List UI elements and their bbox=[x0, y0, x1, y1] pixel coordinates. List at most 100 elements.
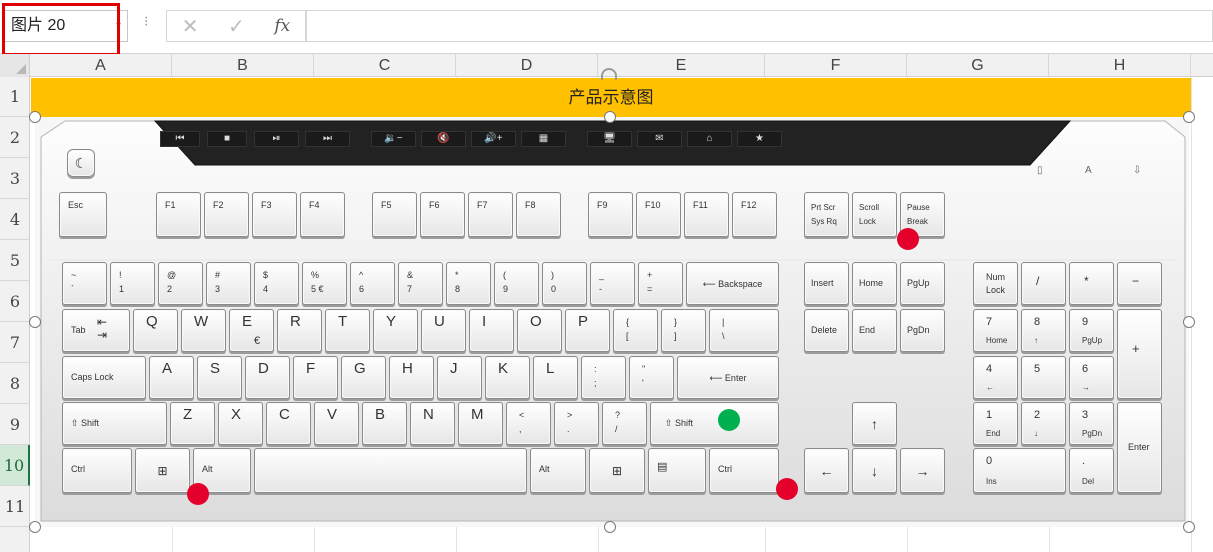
key-c: C bbox=[266, 402, 311, 445]
column-header[interactable]: D bbox=[456, 54, 598, 77]
row-header[interactable]: 3 bbox=[0, 158, 30, 199]
mail-icon: ✉ bbox=[637, 131, 682, 147]
row-header[interactable]: 2 bbox=[0, 117, 30, 158]
column-header[interactable]: F bbox=[765, 54, 907, 77]
key-right-alt: Alt bbox=[530, 448, 586, 493]
key-arrow-down: ↓ bbox=[852, 448, 897, 493]
volume-up-icon: 🔊+ bbox=[471, 131, 516, 147]
key-label: 6 bbox=[359, 284, 365, 294]
column-header[interactable]: E bbox=[598, 54, 765, 77]
column-header[interactable]: A bbox=[30, 54, 172, 77]
key-label: F8 bbox=[525, 200, 536, 210]
enter-icon[interactable]: ✓ bbox=[228, 14, 245, 39]
row-header-selected[interactable]: 10 bbox=[0, 445, 30, 486]
resize-handle[interactable] bbox=[604, 521, 616, 533]
key-arrow-up: ↑ bbox=[852, 402, 897, 445]
key-label: 0 bbox=[551, 284, 557, 294]
key-label: Esc bbox=[68, 200, 84, 210]
column-header[interactable]: C bbox=[314, 54, 456, 77]
row-header[interactable]: 1 bbox=[0, 77, 30, 117]
keyboard-picture[interactable]: ⏮ ■ ⏯ ⏭ 🔉− 🔇 🔊+ ▦ 🖥 ✉ ⌂ ★ ☾ ▯ A ⇩ Esc F1… bbox=[35, 117, 1189, 527]
formula-bar: 图片 20 ▾ ⁝ ✕ ✓ fx bbox=[0, 0, 1213, 56]
key-label: 8 bbox=[1034, 316, 1041, 328]
row-header[interactable]: 8 bbox=[0, 363, 30, 404]
row-header[interactable]: 5 bbox=[0, 240, 30, 281]
row-header[interactable]: 11 bbox=[0, 486, 30, 527]
key-f11: F11 bbox=[684, 192, 729, 237]
key-label: # bbox=[215, 270, 221, 280]
column-header[interactable]: B bbox=[172, 54, 314, 77]
row-header[interactable]: 9 bbox=[0, 404, 30, 445]
key-label: ↓ bbox=[1034, 429, 1038, 438]
resize-handle[interactable] bbox=[1183, 521, 1195, 533]
key-num-1: 1 End bbox=[973, 402, 1018, 445]
key-prtscr: Prt Scr Sys Rq bbox=[804, 192, 849, 237]
key-delete: Delete bbox=[804, 309, 849, 352]
key-3: #3 bbox=[206, 262, 251, 305]
key-label: Alt bbox=[539, 464, 550, 474]
key-label: Caps Lock bbox=[71, 372, 114, 382]
row-header[interactable]: 7 bbox=[0, 322, 30, 363]
key-label: _ bbox=[599, 270, 605, 280]
key-num-2: 2 ↓ bbox=[1021, 402, 1066, 445]
key-label: − bbox=[1132, 274, 1140, 288]
resize-handle[interactable] bbox=[604, 111, 616, 123]
key-label: * bbox=[1084, 274, 1089, 288]
key-menu: ▤ bbox=[648, 448, 706, 493]
calculator-icon: ▦ bbox=[521, 131, 566, 147]
key-label: Break bbox=[907, 217, 928, 226]
key-label: 5 € bbox=[311, 284, 324, 294]
key-label: { bbox=[626, 317, 630, 327]
key-label: 1 bbox=[986, 409, 993, 421]
key-w: W bbox=[181, 309, 226, 352]
formula-input[interactable] bbox=[306, 10, 1213, 42]
key-x: X bbox=[218, 402, 263, 445]
key-l: L bbox=[533, 356, 578, 399]
key-label: Delete bbox=[811, 325, 838, 335]
key-label: N bbox=[423, 406, 434, 423]
key-k: K bbox=[485, 356, 530, 399]
resize-handle[interactable] bbox=[29, 316, 41, 328]
key-z: Z bbox=[170, 402, 215, 445]
key-label: - bbox=[599, 284, 602, 294]
indicator-icon: ▯ bbox=[1037, 165, 1043, 176]
drag-handle-icon[interactable]: ⁝ bbox=[144, 14, 148, 28]
highlight-box bbox=[2, 3, 120, 56]
key-label: ← bbox=[986, 383, 994, 392]
key-scroll-lock: Scroll Lock bbox=[852, 192, 897, 237]
key-slash: ? / bbox=[602, 402, 647, 445]
resize-handle[interactable] bbox=[1183, 316, 1195, 328]
key-num-3: 3 PgDn bbox=[1069, 402, 1114, 445]
key-y: Y bbox=[373, 309, 418, 352]
key-u: U bbox=[421, 309, 466, 352]
resize-handle[interactable] bbox=[29, 111, 41, 123]
row-header[interactable]: 4 bbox=[0, 199, 30, 240]
key-backslash: | \ bbox=[709, 309, 779, 352]
key-label: Ctrl bbox=[71, 464, 85, 474]
select-all-button[interactable] bbox=[0, 54, 30, 77]
resize-handle[interactable] bbox=[1183, 111, 1195, 123]
marker-red bbox=[897, 228, 919, 250]
key-label: Ctrl bbox=[718, 464, 732, 474]
rotate-handle-icon[interactable] bbox=[601, 68, 617, 80]
cancel-icon[interactable]: ✕ bbox=[182, 14, 199, 39]
marker-red bbox=[187, 483, 209, 505]
key-f8: F8 bbox=[516, 192, 561, 237]
media-next-icon: ⏭ bbox=[305, 131, 350, 147]
key-7: & 7 bbox=[398, 262, 443, 305]
column-header[interactable]: G bbox=[907, 54, 1049, 77]
key-label: PgUp bbox=[907, 278, 930, 288]
key-5: % 5 € bbox=[302, 262, 347, 305]
insert-function-icon[interactable]: fx bbox=[274, 16, 290, 36]
row-header[interactable]: 6 bbox=[0, 281, 30, 322]
resize-handle[interactable] bbox=[29, 521, 41, 533]
key-d: D bbox=[245, 356, 290, 399]
favorites-icon: ★ bbox=[737, 131, 782, 147]
key-home: Home bbox=[852, 262, 897, 305]
column-header[interactable]: H bbox=[1049, 54, 1191, 77]
media-prev-icon: ⏮ bbox=[160, 131, 200, 147]
key-num-5: 5 bbox=[1021, 356, 1066, 399]
key-g: G bbox=[341, 356, 386, 399]
key-label: T bbox=[338, 313, 348, 330]
sleep-button: ☾ bbox=[67, 149, 95, 177]
